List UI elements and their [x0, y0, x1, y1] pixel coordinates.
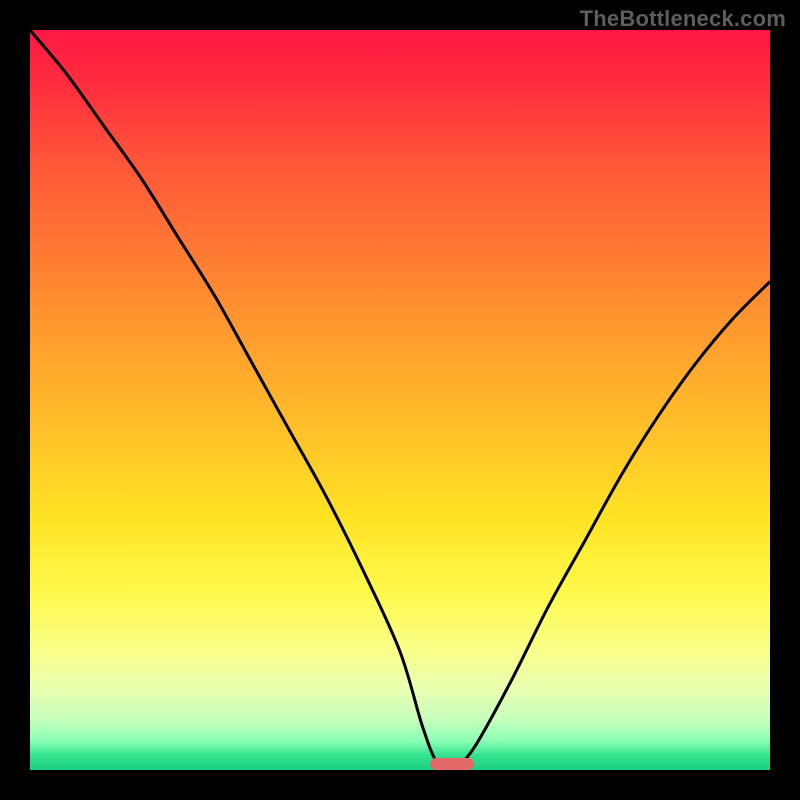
bottleneck-curve	[30, 30, 770, 770]
plot-area	[30, 30, 770, 770]
curve-path	[30, 30, 770, 770]
optimum-marker	[430, 758, 474, 770]
watermark-text: TheBottleneck.com	[580, 6, 786, 32]
chart-frame: TheBottleneck.com	[0, 0, 800, 800]
